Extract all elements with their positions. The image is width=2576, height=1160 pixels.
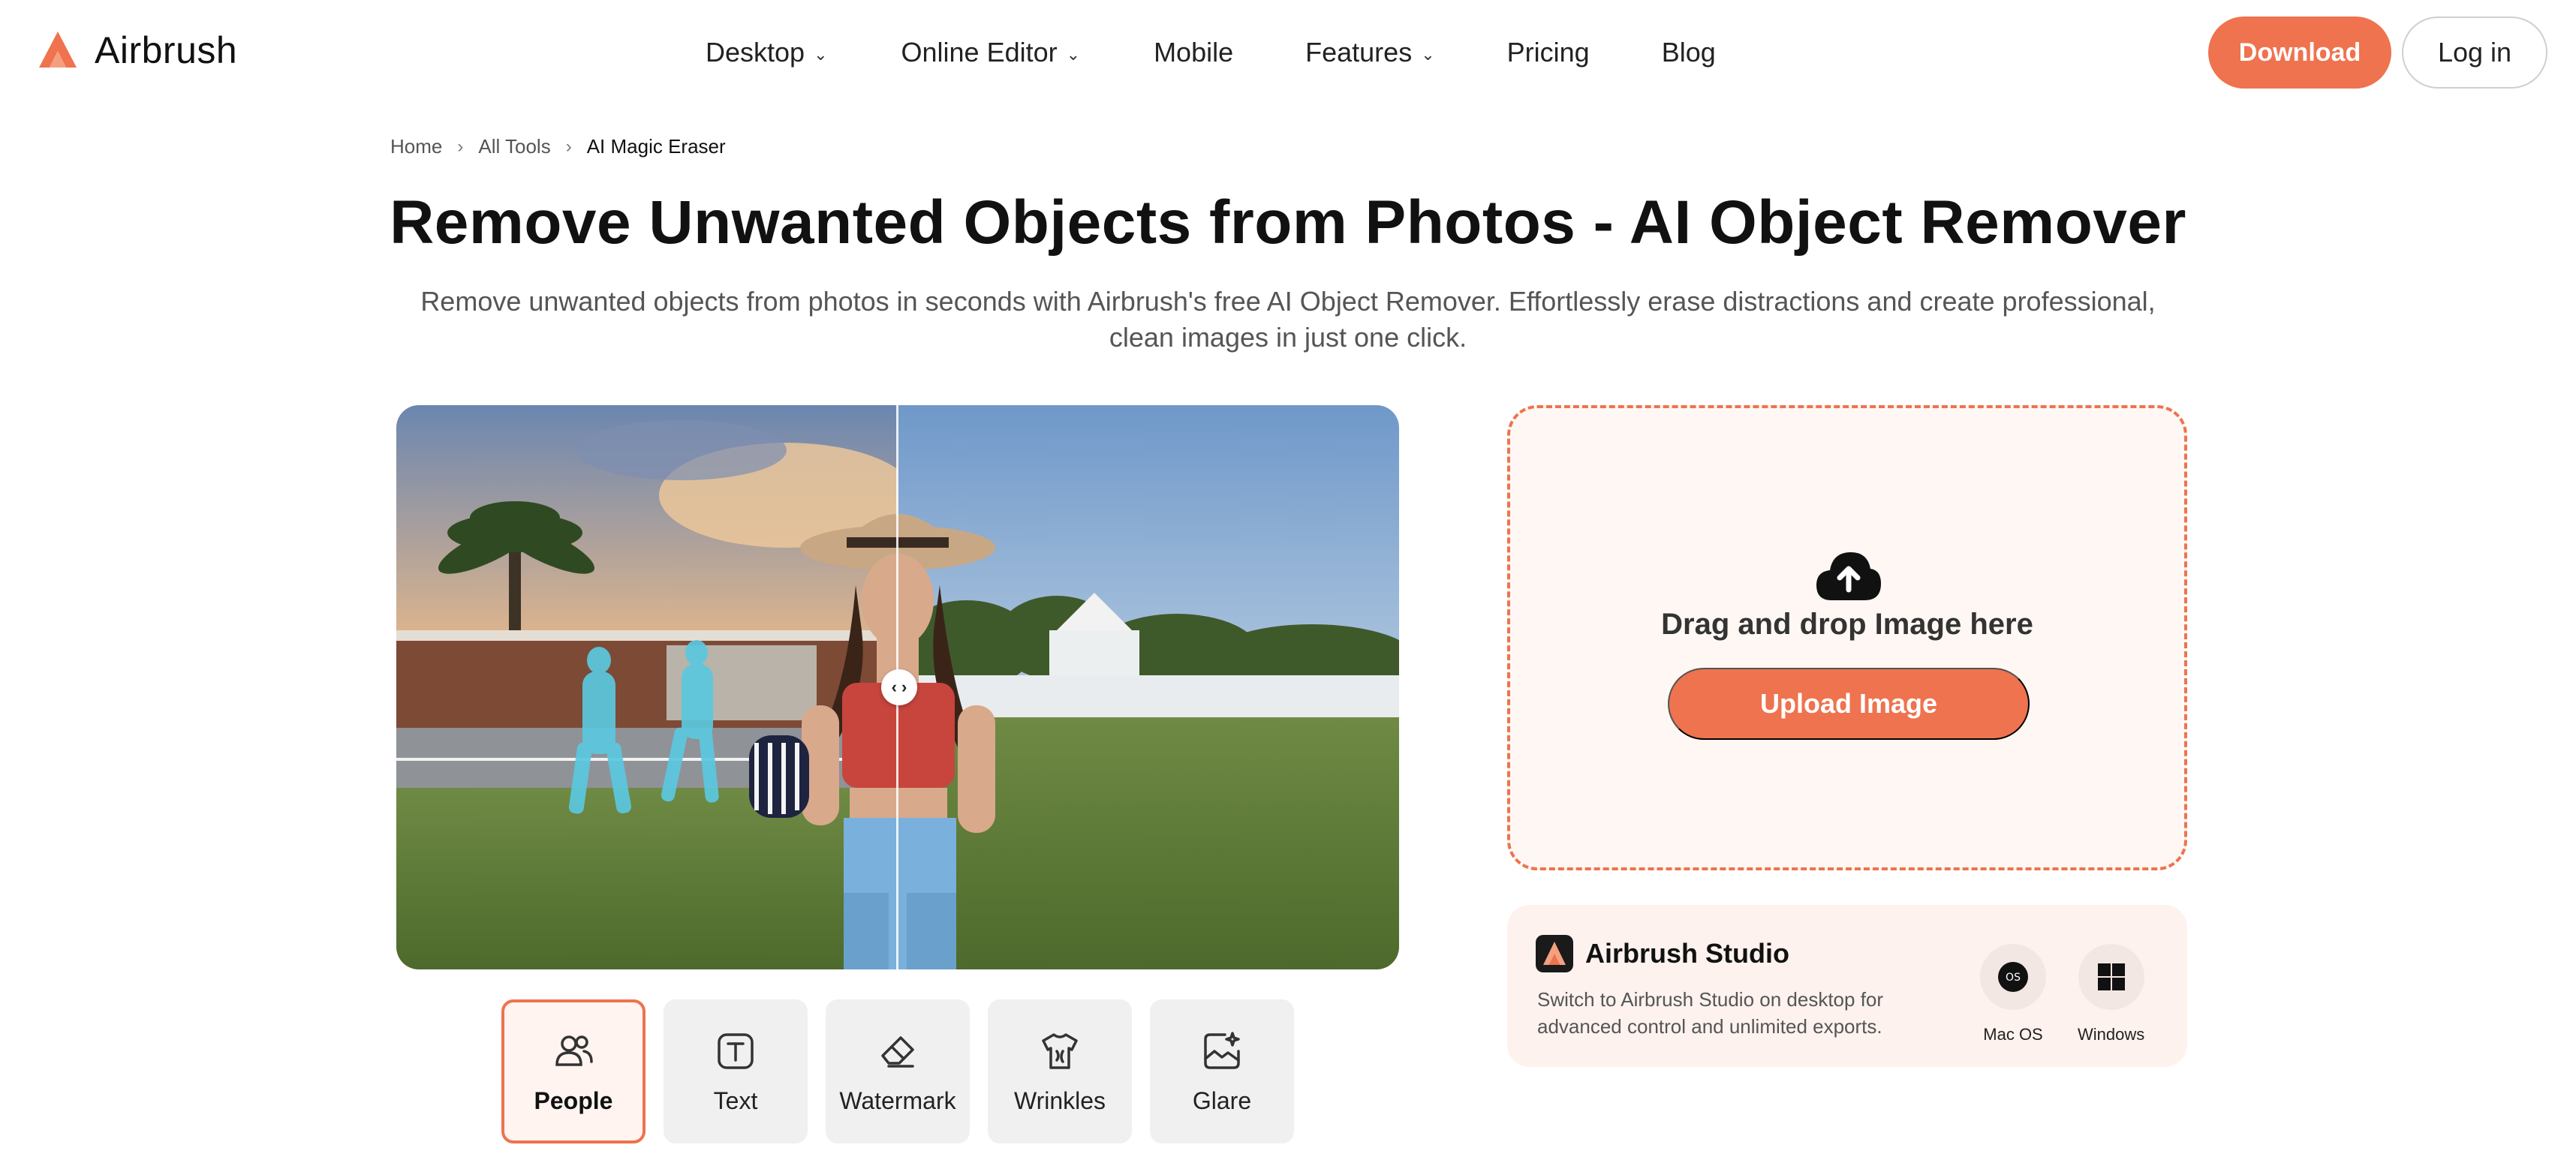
studio-title: Airbrush Studio (1585, 938, 1789, 969)
tool-selector: People Text Watermark Wrinkles Glare (501, 999, 1294, 1143)
nav-desktop-label: Desktop (706, 37, 805, 68)
chevron-down-icon: ⌄ (814, 45, 828, 64)
breadcrumb-current: AI Magic Eraser (586, 135, 726, 158)
drag-drop-text: Drag and drop Image here (1661, 608, 2033, 641)
nav-features-label: Features (1305, 37, 1413, 68)
tool-people[interactable]: People (501, 999, 646, 1143)
login-button[interactable]: Log in (2402, 17, 2547, 89)
nav-online-editor-label: Online Editor (901, 37, 1058, 68)
chevron-right-icon: › (565, 136, 572, 157)
upload-image-button[interactable]: Upload Image (1668, 668, 2030, 740)
nav-features[interactable]: Features ⌄ (1305, 30, 1435, 75)
compare-slider-handle[interactable]: ‹ › (881, 669, 917, 705)
site-header: Airbrush Desktop ⌄ Online Editor ⌄ Mobil… (0, 0, 2576, 105)
tool-label: People (534, 1086, 613, 1114)
windows-label: Windows (2078, 1025, 2145, 1044)
tool-label: Watermark (839, 1086, 956, 1114)
text-icon (718, 1032, 754, 1069)
eraser-icon (881, 1035, 914, 1068)
breadcrumb-all-tools[interactable]: All Tools (478, 135, 550, 158)
nav-online-editor[interactable]: Online Editor ⌄ (901, 30, 1081, 75)
svg-text:OS: OS (2006, 972, 2021, 984)
tool-wrinkles[interactable]: Wrinkles (988, 999, 1132, 1143)
nav-pricing-label: Pricing (1506, 37, 1590, 68)
breadcrumb: Home › All Tools › AI Magic Eraser (390, 135, 726, 158)
download-button[interactable]: Download (2208, 17, 2391, 89)
airbrush-studio-logo-icon (1536, 935, 1573, 972)
windows-download[interactable]: Windows (2078, 944, 2144, 1044)
mac-os-download[interactable]: OS Mac OS (1980, 944, 2046, 1044)
upload-dropzone[interactable]: Drag and drop Image here Upload Image (1507, 405, 2187, 870)
chevron-right-icon: › (457, 136, 464, 157)
nav-blog[interactable]: Blog (1662, 30, 1716, 75)
macos-icon: OS (1980, 944, 2046, 1010)
shirt-icon (1042, 1032, 1078, 1069)
nav-mobile-label: Mobile (1154, 37, 1234, 68)
main-nav: Desktop ⌄ Online Editor ⌄ Mobile Feature… (706, 30, 1716, 75)
tool-glare[interactable]: Glare (1150, 999, 1294, 1143)
page-subtitle: Remove unwanted objects from photos in s… (420, 286, 2156, 353)
people-icon (555, 1035, 593, 1066)
brand-name: Airbrush (95, 29, 238, 71)
mac-os-label: Mac OS (1983, 1025, 2043, 1044)
studio-description: Switch to Airbrush Studio on desktop for… (1537, 988, 1884, 1038)
page-title: Remove Unwanted Objects from Photos - AI… (390, 188, 2186, 257)
cloud-upload-icon (1816, 552, 1881, 600)
nav-desktop[interactable]: Desktop ⌄ (706, 30, 828, 75)
sparkle-image-icon (1204, 1031, 1240, 1069)
tool-label: Text (713, 1086, 758, 1114)
tool-label: Glare (1192, 1086, 1252, 1114)
nav-mobile[interactable]: Mobile (1154, 30, 1233, 75)
tool-label: Wrinkles (1013, 1086, 1106, 1114)
tool-text[interactable]: Text (664, 999, 808, 1143)
nav-pricing[interactable]: Pricing (1507, 30, 1590, 75)
chevron-down-icon: ⌄ (1066, 45, 1081, 64)
windows-icon (2078, 944, 2144, 1010)
chevron-down-icon: ⌄ (1421, 45, 1435, 64)
brand-logo[interactable]: Airbrush (36, 29, 237, 72)
tool-watermark[interactable]: Watermark (826, 999, 970, 1143)
airbrush-studio-card: Airbrush Studio Switch to Airbrush Studi… (1507, 905, 2187, 1067)
airbrush-logo-icon (39, 32, 77, 68)
breadcrumb-home[interactable]: Home (390, 135, 442, 158)
nav-blog-label: Blog (1661, 37, 1716, 68)
